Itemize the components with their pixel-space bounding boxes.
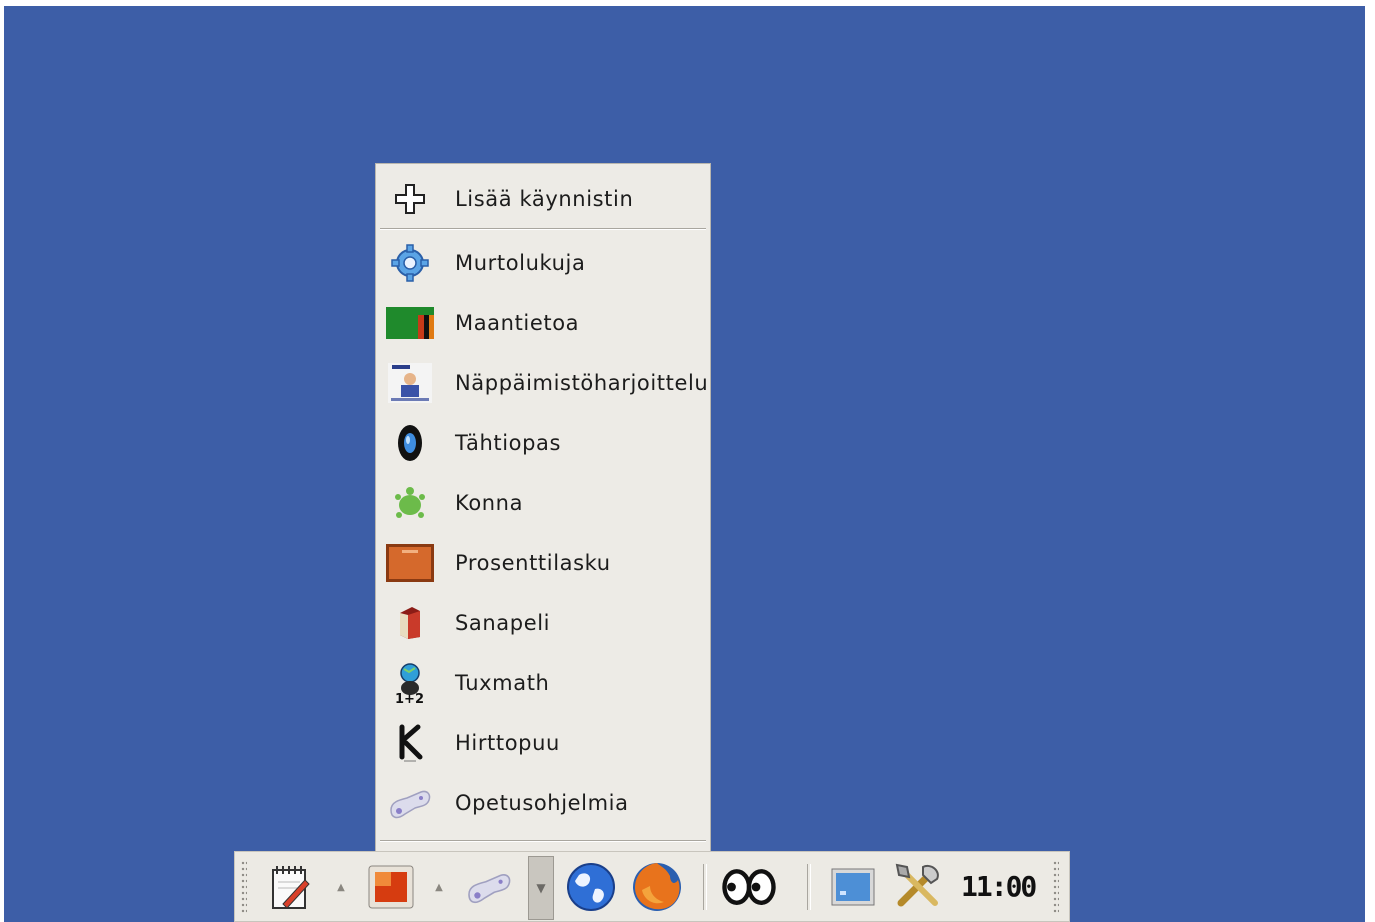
percentage-board-icon	[386, 543, 434, 583]
menu-item-hirttopuu[interactable]: Hirttopuu	[376, 715, 710, 771]
gear-icon	[386, 243, 434, 283]
menu-item-opetusohjelmia[interactable]: Opetusohjelmia	[376, 775, 710, 831]
chevron-down-icon: ▼	[536, 881, 546, 895]
notepad-launcher[interactable]	[263, 859, 319, 915]
drawer-dropdown-button[interactable]: ▼	[528, 856, 554, 920]
browser-globe-launcher[interactable]	[563, 859, 619, 915]
menu-item-label: Hirttopuu	[455, 731, 560, 755]
turtle-icon	[386, 483, 434, 523]
desktop-icon	[831, 868, 875, 906]
menu-item-label: Sanapeli	[455, 611, 551, 635]
tools-launcher[interactable]	[891, 859, 947, 915]
menu-item-label: Konna	[455, 491, 524, 515]
menu-item-tuxmath[interactable]: 1+2 Tuxmath	[376, 655, 710, 711]
menu-item-tahtiopas[interactable]: Tähtiopas	[376, 415, 710, 471]
firefox-icon	[633, 863, 681, 911]
menu-item-label: Murtolukuja	[455, 251, 586, 275]
launcher-drawer-menu: Lisää käynnistin Murtolukuja Maantietoa …	[375, 163, 711, 853]
menu-item-add-launcher[interactable]: Lisää käynnistin	[376, 171, 710, 227]
menu-item-label: Prosenttilasku	[455, 551, 611, 575]
menu-separator	[380, 840, 706, 842]
svg-text:1+2: 1+2	[395, 692, 424, 705]
notepad-icon	[272, 866, 310, 909]
panel-handle-right[interactable]	[1053, 860, 1059, 914]
globe-icon	[567, 863, 615, 911]
book-icon	[386, 603, 434, 643]
menu-item-sanapeli[interactable]: Sanapeli	[376, 595, 710, 651]
firefox-launcher[interactable]	[629, 859, 685, 915]
presentation-icon	[368, 865, 414, 909]
hangman-icon	[386, 723, 434, 763]
menu-item-murtolukuja[interactable]: Murtolukuja	[376, 235, 710, 291]
menu-item-label: Maantietoa	[455, 311, 580, 335]
telescope-lens-icon	[386, 423, 434, 463]
menu-item-label: Lisää käynnistin	[455, 187, 634, 211]
tools-icon	[895, 863, 939, 907]
education-drawer-launcher[interactable]	[461, 859, 517, 915]
show-desktop-button[interactable]	[825, 859, 881, 915]
gamepad-icon	[468, 874, 511, 904]
panel-handle-left[interactable]	[241, 860, 247, 914]
ktouch-icon	[386, 363, 434, 403]
gamepad-icon	[386, 783, 434, 823]
menu-item-label: Opetusohjelmia	[455, 791, 629, 815]
menu-item-maantietoa[interactable]: Maantietoa	[376, 295, 710, 351]
eyes-icon	[722, 869, 776, 905]
launcher-arrow-icon[interactable]: ▲	[433, 882, 445, 894]
eyes-applet[interactable]	[721, 859, 777, 915]
menu-item-konna[interactable]: Konna	[376, 475, 710, 531]
menu-item-label: Tähtiopas	[455, 431, 562, 455]
plus-icon	[386, 179, 434, 219]
menu-item-prosenttilasku[interactable]: Prosenttilasku	[376, 535, 710, 591]
panel-separator	[703, 864, 707, 910]
menu-item-label: Näppäimistöharjoittelu	[455, 371, 709, 395]
tuxmath-icon: 1+2	[386, 663, 434, 705]
menu-item-label: Tuxmath	[455, 671, 550, 695]
presentation-launcher[interactable]	[363, 859, 419, 915]
panel-separator	[807, 864, 811, 910]
menu-separator	[380, 228, 706, 230]
launcher-arrow-icon[interactable]: ▲	[335, 882, 347, 894]
menu-item-nappaimistoharjoittelu[interactable]: Näppäimistöharjoittelu	[376, 355, 710, 411]
map-flag-icon	[386, 303, 434, 343]
bottom-panel: ▲ ▲ ▼ 11:00	[234, 851, 1070, 922]
clock[interactable]: 11:00	[961, 870, 1037, 903]
